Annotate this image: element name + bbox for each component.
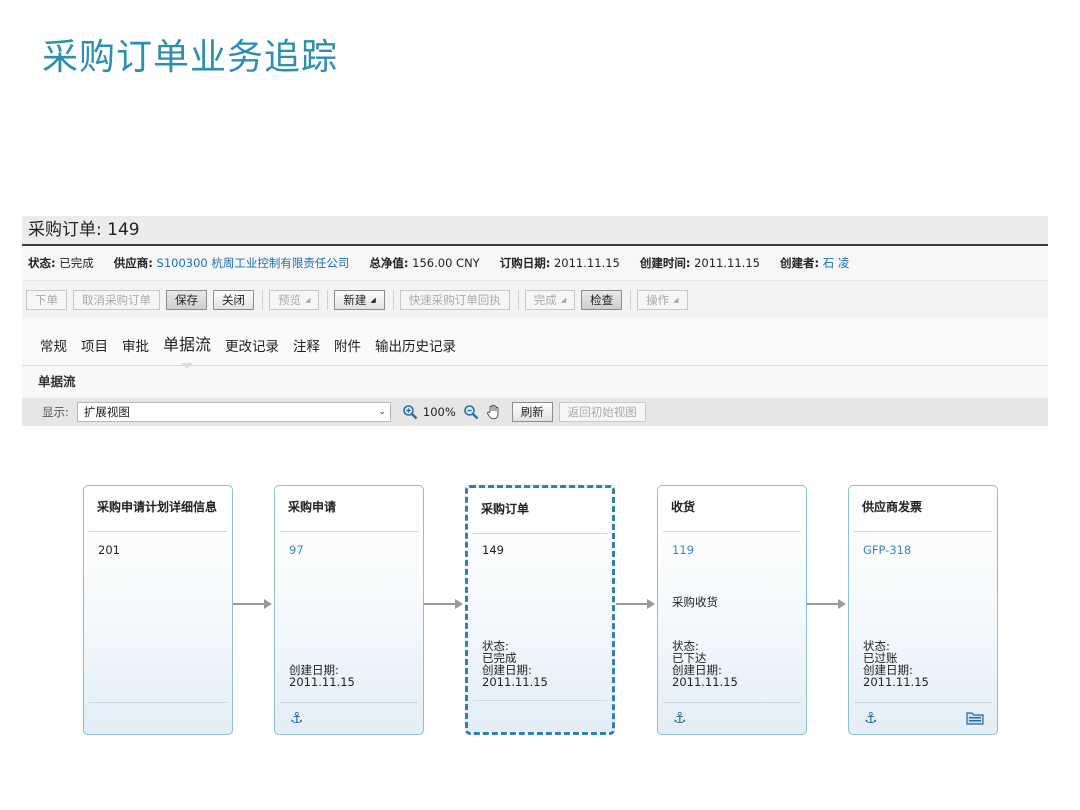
tab-general[interactable]: 常规	[40, 335, 67, 355]
tab-items[interactable]: 项目	[81, 335, 108, 355]
view-select[interactable]: 扩展视图 ⌄	[76, 402, 391, 422]
card-date-value: 2011.11.15	[482, 675, 548, 689]
card-title: 采购订单	[473, 488, 607, 534]
card-number-link[interactable]: GFP-318	[863, 543, 911, 557]
flow-card-purchase-requisition-plan[interactable]: 采购申请计划详细信息 201	[83, 485, 233, 735]
toolbar-separator	[630, 289, 632, 310]
card-info: 创建日期: 2011.11.15	[289, 664, 355, 688]
card-title: 收货	[663, 486, 801, 532]
flow-arrow-head	[264, 599, 272, 609]
flow-arrow	[807, 603, 838, 605]
save-button[interactable]: 保存	[166, 289, 207, 310]
tab-approval[interactable]: 审批	[122, 335, 149, 355]
card-date-value: 2011.11.15	[672, 675, 738, 689]
document-flow-canvas: 采购申请计划详细信息 201 采购申请 97 创建日期: 2011.11.15 …	[22, 432, 1048, 768]
toolbar-separator	[392, 289, 394, 310]
tab-document-flow[interactable]: 单据流	[163, 331, 211, 369]
folder-icon[interactable]	[966, 710, 984, 730]
card-info: 状态: 已下达 创建日期: 2011.11.15	[672, 640, 738, 688]
toolbar-separator	[517, 289, 519, 310]
card-title: 供应商发票	[854, 486, 992, 532]
new-button[interactable]: 新建 ◢	[334, 289, 385, 310]
flow-arrow-head	[838, 599, 846, 609]
toolbar-separator	[327, 289, 329, 310]
zoom-out-icon[interactable]	[462, 403, 480, 421]
tab-notes[interactable]: 注释	[293, 335, 320, 355]
slide-title: 采购订单业务追踪	[42, 37, 339, 78]
tab-bar: 常规 项目 审批 单据流 更改记录 注释 附件 输出历史记录	[22, 318, 1048, 369]
check-button[interactable]: 检查	[581, 289, 623, 310]
close-button[interactable]: 关闭	[213, 289, 254, 310]
window-title: 采购订单: 149	[22, 216, 1048, 246]
order-date-info: 订购日期: 2011.11.15	[499, 256, 620, 270]
caret-down-icon: ◢	[370, 295, 376, 304]
creator-info: 创建者: 石 凌	[779, 256, 850, 270]
created-time-info: 创建时间: 2011.11.15	[639, 256, 760, 270]
creator-link[interactable]: 石 凌	[823, 256, 850, 270]
card-date-value: 2011.11.15	[289, 675, 355, 689]
card-info: 状态: 已完成 创建日期: 2011.11.15	[482, 640, 548, 688]
card-title: 采购申请计划详细信息	[89, 486, 227, 532]
zoom-in-icon[interactable]	[401, 403, 419, 421]
preview-button[interactable]: 预览 ◢	[269, 289, 320, 310]
card-footer: ⚓	[663, 702, 801, 734]
toolbar: 下单 取消采购订单 保存 关闭 预览 ◢ 新建 ◢ 快速采购订单回执 完成 ◢ 检查 …	[22, 280, 1048, 318]
anchor-icon[interactable]: ⚓	[673, 709, 686, 727]
flow-card-purchase-requisition[interactable]: 采购申请 97 创建日期: 2011.11.15 ⚓	[274, 485, 424, 735]
supplier-link[interactable]: S100300 杭周工业控制有限责任公司	[157, 256, 350, 270]
caret-down-icon: ◢	[673, 295, 679, 304]
card-number: 201	[98, 543, 120, 557]
flow-card-goods-receipt[interactable]: 收货 119 采购收货 状态: 已下达 创建日期: 2011.11.15 ⚓	[657, 485, 807, 735]
anchor-icon[interactable]: ⚓	[864, 709, 877, 727]
supplier-info: 供应商: S100300 杭周工业控制有限责任公司	[113, 256, 350, 270]
actions-button[interactable]: 操作 ◢	[637, 289, 688, 310]
quick-receipt-button[interactable]: 快速采购订单回执	[399, 289, 510, 310]
status-info: 状态: 已完成	[28, 256, 94, 270]
tab-attachments[interactable]: 附件	[334, 335, 361, 355]
flow-card-supplier-invoice[interactable]: 供应商发票 GFP-318 状态: 已过账 创建日期: 2011.11.15 ⚓	[848, 485, 998, 735]
flow-card-purchase-order[interactable]: 采购订单 149 状态: 已完成 创建日期: 2011.11.15	[465, 485, 615, 735]
chevron-down-icon: ⌄	[378, 407, 386, 417]
tab-change-log[interactable]: 更改记录	[225, 335, 279, 355]
complete-button[interactable]: 完成 ◢	[524, 289, 576, 310]
card-date-value: 2011.11.15	[863, 675, 929, 689]
view-label: 显示:	[42, 405, 69, 419]
card-footer	[473, 700, 607, 732]
card-number: 149	[482, 543, 504, 557]
card-description: 采购收货	[672, 595, 718, 609]
flow-arrow	[424, 603, 455, 605]
card-footer	[89, 702, 227, 734]
reset-view-button[interactable]: 返回初始视图	[558, 402, 646, 422]
card-footer: ⚓	[280, 702, 418, 734]
view-select-value: 扩展视图	[83, 405, 130, 419]
tab-output-history[interactable]: 输出历史记录	[375, 335, 456, 355]
info-bar: 状态: 已完成 供应商: S100300 杭周工业控制有限责任公司 总净值: 1…	[22, 246, 1048, 280]
card-number-link[interactable]: 119	[672, 543, 694, 557]
app-window: 采购订单: 149 状态: 已完成 供应商: S100300 杭周工业控制有限责…	[22, 216, 1048, 768]
zoom-level: 100%	[422, 405, 456, 419]
cancel-order-button[interactable]: 取消采购订单	[73, 289, 160, 310]
pan-hand-icon[interactable]	[484, 403, 502, 421]
flow-arrow	[233, 603, 264, 605]
caret-down-icon: ◢	[305, 295, 311, 304]
refresh-button[interactable]: 刷新	[511, 402, 553, 422]
net-value-info: 总净值: 156.00 CNY	[369, 256, 480, 270]
place-order-button[interactable]: 下单	[26, 289, 67, 310]
flow-arrow-head	[647, 599, 655, 609]
toolbar-separator	[262, 289, 263, 310]
card-number-link[interactable]: 97	[289, 543, 304, 557]
card-footer: ⚓	[854, 702, 992, 734]
section-title: 单据流	[22, 366, 1048, 398]
card-info: 状态: 已过账 创建日期: 2011.11.15	[863, 640, 929, 688]
caret-down-icon: ◢	[560, 295, 567, 304]
flow-arrow-head	[455, 599, 463, 609]
view-bar: 显示: 扩展视图 ⌄ 100% 刷新 返回初始视图	[22, 398, 1048, 426]
card-title: 采购申请	[280, 486, 418, 532]
flow-arrow	[616, 603, 647, 605]
anchor-icon[interactable]: ⚓	[290, 709, 303, 727]
